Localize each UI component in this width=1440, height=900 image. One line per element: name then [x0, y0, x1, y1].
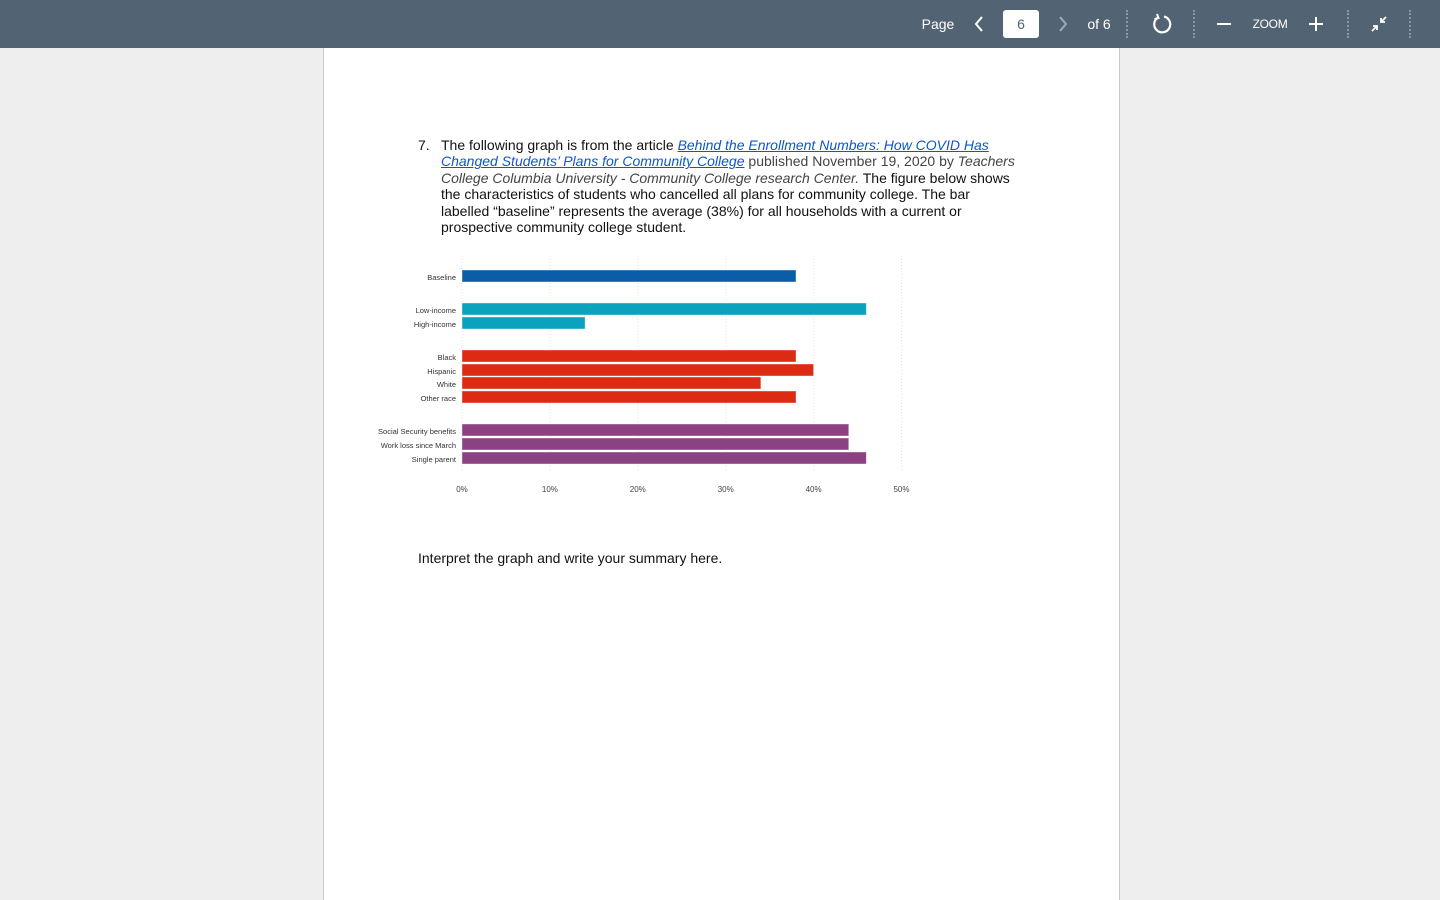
rotate-icon — [1153, 13, 1172, 34]
minus-icon — [1217, 23, 1231, 25]
category-label: Black — [438, 353, 457, 362]
bar-white — [461, 376, 762, 390]
page-number-input[interactable] — [1003, 10, 1039, 38]
chevron-right-icon — [1059, 16, 1068, 32]
previous-page-button[interactable] — [968, 0, 990, 48]
toolbar-divider — [1126, 10, 1128, 38]
pdf-toolbar: Page of 6 ZOOM — [0, 0, 1440, 48]
collapse-icon — [1371, 16, 1387, 32]
category-label: High-income — [414, 320, 456, 329]
zoom-in-button[interactable] — [1304, 0, 1328, 48]
x-tick-label: 20% — [630, 485, 646, 494]
zoom-out-button[interactable] — [1212, 0, 1236, 48]
toolbar-divider — [1347, 10, 1349, 38]
category-label: Other race — [421, 394, 456, 403]
bar-social-security-benefits — [461, 423, 850, 437]
category-label: Single parent — [412, 455, 457, 464]
question-intro: The following graph is from the article — [441, 137, 678, 153]
x-tick-label: 40% — [806, 485, 822, 494]
toolbar-divider — [1409, 10, 1411, 38]
toolbar-divider — [1193, 10, 1195, 38]
category-label: Hispanic — [427, 367, 456, 376]
summary-prompt: Interpret the graph and write your summa… — [418, 550, 723, 566]
category-label: White — [437, 380, 456, 389]
x-tick-label: 30% — [718, 485, 734, 494]
question-7: 7. The following graph is from the artic… — [418, 137, 1018, 235]
category-label: Social Security benefits — [378, 427, 456, 436]
bar-black — [461, 349, 797, 363]
x-tick-label: 0% — [456, 485, 468, 494]
x-tick-label: 10% — [542, 485, 558, 494]
page-label: Page — [921, 16, 955, 32]
x-tick-label: 50% — [893, 485, 909, 494]
rotate-button[interactable] — [1148, 0, 1176, 48]
next-page-button[interactable] — [1052, 0, 1074, 48]
category-label: Work loss since March — [381, 441, 456, 450]
category-label: Low-income — [416, 306, 456, 315]
bar-other-race — [461, 390, 797, 404]
zoom-label: ZOOM — [1252, 17, 1288, 31]
chevron-left-icon — [974, 16, 983, 32]
bar-work-loss-since-march — [461, 437, 850, 451]
bar-hispanic — [461, 363, 815, 377]
plus-icon — [1309, 17, 1323, 31]
page-count-label: of 6 — [1087, 16, 1111, 32]
enrollment-bar-chart: 0% 10% 20% 30% 40% 50% Baseline Low-income High-… — [378, 256, 910, 494]
bar-low-income — [461, 302, 867, 316]
document-page: 7. The following graph is from the artic… — [323, 48, 1120, 900]
exit-fullscreen-button[interactable] — [1366, 0, 1392, 48]
bar-high-income — [461, 316, 586, 330]
published-text: published November 19, 2020 by — [744, 153, 958, 170]
bar-single-parent — [461, 451, 867, 465]
bar-baseline — [461, 269, 797, 283]
question-number: 7. — [418, 137, 430, 153]
category-label: Baseline — [427, 273, 456, 282]
